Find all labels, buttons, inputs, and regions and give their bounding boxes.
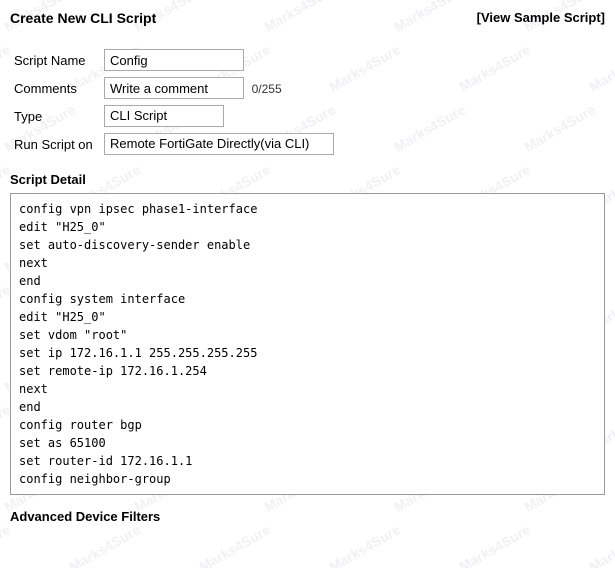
- script-line: set auto-discovery-sender enable: [19, 236, 596, 254]
- run-on-field: Remote FortiGate Directly(via CLI): [104, 133, 334, 155]
- script-line: set ip 172.16.1.1 255.255.255.255: [19, 344, 596, 362]
- script-detail-box[interactable]: config vpn ipsec phase1-interfaceedit "H…: [10, 193, 605, 495]
- script-line: next: [19, 380, 596, 398]
- script-name-label: Script Name: [10, 46, 100, 74]
- page-title: Create New CLI Script: [10, 10, 156, 26]
- script-name-input[interactable]: [104, 49, 244, 71]
- comments-input[interactable]: [104, 77, 244, 99]
- script-line: next: [19, 254, 596, 272]
- script-line: config vpn ipsec phase1-interface: [19, 200, 596, 218]
- type-label: Type: [10, 102, 100, 130]
- script-line: set router-id 172.16.1.1: [19, 452, 596, 470]
- script-line: set vdom "root": [19, 326, 596, 344]
- script-line: set remote-ip 172.16.1.254: [19, 362, 596, 380]
- script-line: config router bgp: [19, 416, 596, 434]
- script-line: end: [19, 272, 596, 290]
- script-line: config system interface: [19, 290, 596, 308]
- advanced-device-filters-label: Advanced Device Filters: [10, 505, 605, 524]
- script-detail-label: Script Detail: [10, 172, 605, 187]
- type-field: CLI Script: [104, 105, 224, 127]
- view-sample-link[interactable]: [View Sample Script]: [477, 10, 605, 25]
- comments-count: 0/255: [252, 82, 282, 96]
- run-on-label: Run Script on: [10, 130, 100, 158]
- script-line: set as 65100: [19, 434, 596, 452]
- script-line: edit "H25_0": [19, 218, 596, 236]
- comments-label: Comments: [10, 74, 100, 102]
- script-line: end: [19, 398, 596, 416]
- script-line: edit "H25_0": [19, 308, 596, 326]
- create-form: Script Name Comments 0/255 Type CLI Scri…: [10, 46, 605, 158]
- script-line: config neighbor-group: [19, 470, 596, 488]
